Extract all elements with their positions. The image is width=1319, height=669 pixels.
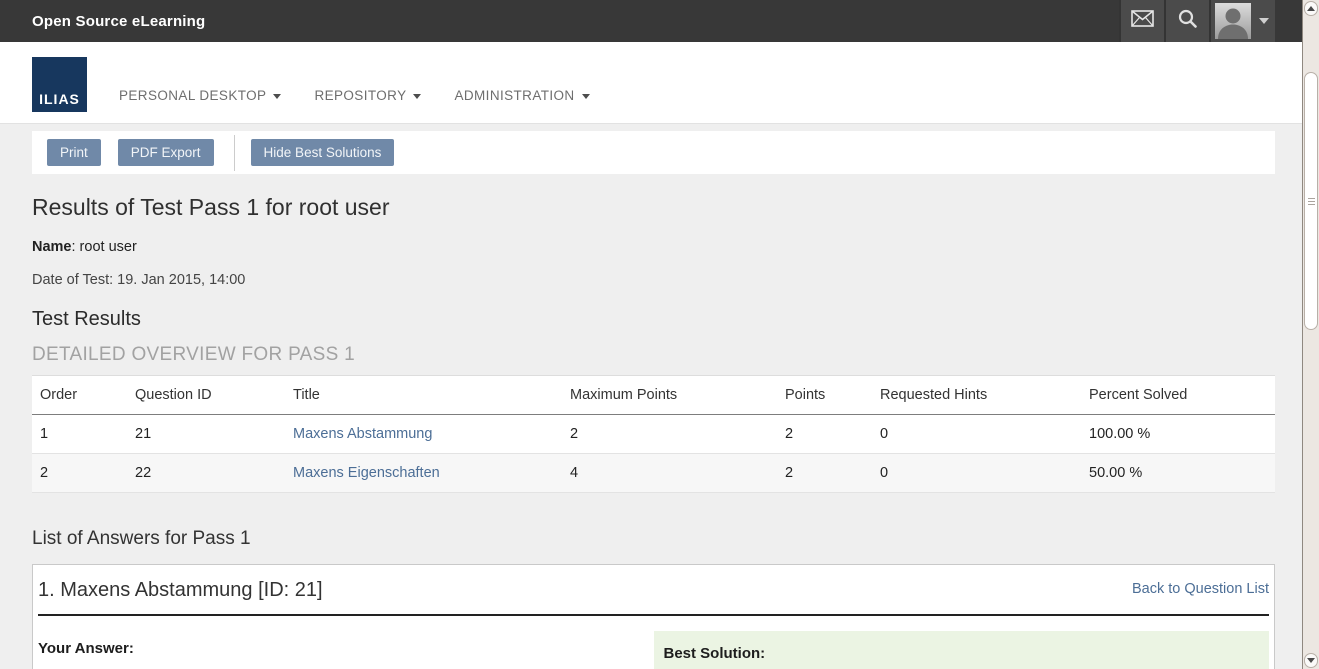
scroll-up-button[interactable]: [1304, 1, 1318, 16]
back-to-question-list-link[interactable]: Back to Question List: [1132, 581, 1269, 597]
scroll-down-button[interactable]: [1304, 653, 1318, 668]
col-points: Points: [777, 376, 872, 415]
cell-points: 2: [777, 415, 872, 454]
date-of-test: Date of Test: 19. Jan 2015, 14:00: [32, 272, 1275, 288]
table-header-row: Order Question ID Title Maximum Points P…: [32, 376, 1275, 415]
chevron-down-icon: [582, 94, 590, 99]
col-question-id: Question ID: [127, 376, 285, 415]
col-requested-hints: Requested Hints: [872, 376, 1081, 415]
scrollbar-thumb[interactable]: [1304, 72, 1318, 330]
nav-personal-desktop-label: PERSONAL DESKTOP: [119, 88, 266, 103]
avatar: [1215, 3, 1251, 39]
solution-columns: Your Answer: Was ist Max? Best Solution:…: [38, 631, 1269, 669]
detailed-overview-heading: DETAILED OVERVIEW FOR PASS 1: [32, 344, 1275, 366]
pdf-export-button[interactable]: PDF Export: [118, 139, 214, 166]
name-label: Name: [32, 239, 72, 255]
cell-maximum-points: 4: [562, 454, 777, 493]
col-title: Title: [285, 376, 562, 415]
nav-administration[interactable]: ADMINISTRATION: [454, 88, 589, 103]
cell-requested-hints: 0: [872, 454, 1081, 493]
grip-icon: [1308, 204, 1315, 205]
nav-administration-label: ADMINISTRATION: [454, 88, 574, 103]
ilias-logo[interactable]: ILIAS: [32, 57, 87, 112]
question-panel-header: 1. Maxens Abstammung [ID: 21] Back to Qu…: [38, 571, 1269, 602]
mail-icon: [1131, 10, 1154, 32]
question-link[interactable]: Maxens Abstammung: [293, 426, 432, 442]
cell-points: 2: [777, 454, 872, 493]
results-table: Order Question ID Title Maximum Points P…: [32, 375, 1275, 493]
chevron-down-icon: [413, 94, 421, 99]
cell-order: 1: [32, 415, 127, 454]
your-answer-block: Your Answer: Was ist Max?: [38, 631, 654, 669]
scrollbar[interactable]: [1302, 0, 1319, 669]
grip-icon: [1308, 201, 1315, 202]
chevron-down-icon: [1259, 18, 1269, 24]
main-header: ILIAS PERSONAL DESKTOP REPOSITORY ADMINI…: [0, 42, 1319, 124]
app-title: Open Source eLearning: [32, 13, 205, 30]
page-title: Results of Test Pass 1 for root user: [32, 194, 1275, 221]
content-area: Print PDF Export Hide Best Solutions Res…: [0, 131, 1319, 669]
topbar-actions: [1119, 0, 1275, 42]
print-button[interactable]: Print: [47, 139, 101, 166]
name-line: Name: root user: [32, 239, 1275, 255]
col-order: Order: [32, 376, 127, 415]
best-solution-label: Best Solution:: [664, 645, 1255, 662]
hide-best-solutions-button[interactable]: Hide Best Solutions: [251, 139, 395, 166]
cell-percent-solved: 50.00 %: [1081, 454, 1275, 493]
col-percent-solved: Percent Solved: [1081, 376, 1275, 415]
nav-personal-desktop[interactable]: PERSONAL DESKTOP: [119, 88, 281, 103]
nav-repository-label: REPOSITORY: [314, 88, 406, 103]
question-link[interactable]: Maxens Eigenschaften: [293, 465, 440, 481]
test-results-heading: Test Results: [32, 308, 1275, 331]
name-value: : root user: [72, 239, 137, 255]
toolbar: Print PDF Export Hide Best Solutions: [32, 131, 1275, 174]
nav-repository[interactable]: REPOSITORY: [314, 88, 421, 103]
ilias-logo-label: ILIAS: [39, 91, 80, 112]
cell-requested-hints: 0: [872, 415, 1081, 454]
table-row: 1 21 Maxens Abstammung 2 2 0 100.00 %: [32, 415, 1275, 454]
cell-percent-solved: 100.00 %: [1081, 415, 1275, 454]
cell-order: 2: [32, 454, 127, 493]
search-button[interactable]: [1164, 0, 1209, 42]
topbar: Open Source eLearning: [0, 0, 1319, 42]
table-row: 2 22 Maxens Eigenschaften 4 2 0 50.00 %: [32, 454, 1275, 493]
your-answer-label: Your Answer:: [38, 640, 639, 657]
col-maximum-points: Maximum Points: [562, 376, 777, 415]
question-panel-divider: [38, 614, 1269, 616]
question-panel: 1. Maxens Abstammung [ID: 21] Back to Qu…: [32, 564, 1275, 669]
arrow-up-icon: [1307, 6, 1315, 11]
cell-question-id: 22: [127, 454, 285, 493]
arrow-down-icon: [1307, 658, 1315, 663]
main-nav: PERSONAL DESKTOP REPOSITORY ADMINISTRATI…: [119, 88, 623, 103]
list-of-answers-heading: List of Answers for Pass 1: [32, 528, 1275, 550]
question-title: 1. Maxens Abstammung [ID: 21]: [38, 579, 323, 602]
grip-icon: [1308, 198, 1315, 199]
best-solution-block: Best Solution: Was ist Max?: [654, 631, 1270, 669]
chevron-down-icon: [273, 94, 281, 99]
mail-button[interactable]: [1119, 0, 1164, 42]
cell-maximum-points: 2: [562, 415, 777, 454]
search-icon: [1178, 9, 1197, 33]
toolbar-divider: [234, 135, 235, 171]
cell-question-id: 21: [127, 415, 285, 454]
user-menu-button[interactable]: [1209, 0, 1275, 42]
